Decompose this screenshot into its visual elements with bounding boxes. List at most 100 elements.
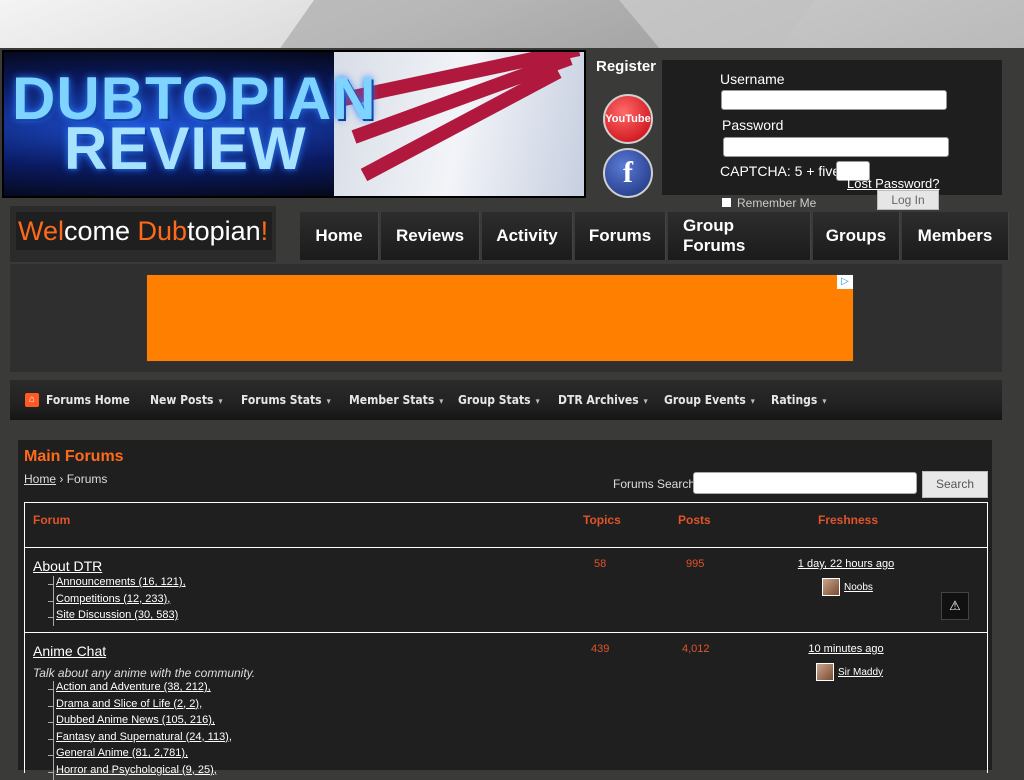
last-poster-name[interactable]: Noobs	[844, 582, 873, 593]
column-posts: Posts	[678, 513, 711, 527]
welcome-text: Welcome Dubtopian!	[16, 212, 272, 250]
avatar[interactable]	[816, 663, 834, 681]
breadcrumb: Home › Forums	[24, 472, 107, 486]
posts-count: 4,012	[682, 643, 710, 655]
table-header: Forum Topics Posts Freshness	[25, 503, 987, 548]
toolbar-forums-stats[interactable]: Forums Stats ▾	[241, 393, 331, 407]
forum-description: Talk about any anime with the community.	[33, 666, 255, 680]
welcome-part-1: Wel	[18, 216, 64, 246]
ad-container: ▷	[10, 264, 1002, 372]
login-button[interactable]: Log In	[877, 190, 939, 210]
breadcrumb-separator: ›	[59, 472, 63, 486]
subforum-link[interactable]: Fantasy and Supernatural (24, 113),	[48, 731, 232, 748]
chevron-down-icon: ▾	[218, 397, 222, 407]
toolbar-member-stats-label: Member Stats	[349, 393, 434, 407]
home-icon[interactable]: ⌂	[25, 393, 39, 407]
search-button[interactable]: Search	[922, 471, 988, 498]
remember-me[interactable]: Remember Me	[722, 196, 816, 210]
forum-name[interactable]: About DTR	[33, 558, 102, 574]
nav-reviews[interactable]: Reviews	[381, 212, 480, 260]
advertisement[interactable]: ▷	[146, 274, 854, 362]
chevron-down-icon: ▾	[439, 397, 443, 407]
nav-activity[interactable]: Activity	[482, 212, 573, 260]
subforum-list: Announcements (16, 121), Competitions (1…	[53, 576, 186, 626]
subforum-link[interactable]: Action and Adventure (38, 212),	[48, 681, 232, 698]
toolbar-ratings-label: Ratings	[771, 393, 817, 407]
freshness-link[interactable]: 1 day, 22 hours ago	[766, 558, 926, 570]
banner-title-line2: REVIEW	[64, 114, 307, 183]
nav-home[interactable]: Home	[300, 212, 379, 260]
subforum-link[interactable]: Horror and Psychological (9, 25),	[48, 764, 232, 780]
site-banner[interactable]: DUBTOPIAN REVIEW	[2, 50, 586, 198]
toolbar-group-events-label: Group Events	[664, 393, 746, 407]
nav-group-forums[interactable]: Group Forums	[668, 212, 811, 260]
password-label: Password	[722, 117, 783, 133]
subforum-link[interactable]: Dubbed Anime News (105, 216),	[48, 714, 232, 731]
subforum-link[interactable]: General Anime (81, 2,781),	[48, 747, 232, 764]
main-forums-panel: Main Forums Home › Forums Forums Search …	[18, 440, 992, 770]
breadcrumb-current: Forums	[67, 472, 108, 486]
nav-groups[interactable]: Groups	[813, 212, 900, 260]
nav-members[interactable]: Members	[902, 212, 1009, 260]
chevron-down-icon: ▾	[536, 397, 540, 407]
subforum-link[interactable]: Announcements (16, 121),	[48, 576, 186, 593]
welcome-part-4: topian	[187, 216, 261, 246]
topics-count: 439	[591, 643, 609, 655]
toolbar-forums-home[interactable]: Forums Home	[46, 393, 130, 407]
last-poster[interactable]: Noobs	[822, 578, 873, 596]
toolbar-forums-stats-label: Forums Stats	[241, 393, 322, 407]
forum-search-label: Forums Search :	[613, 477, 702, 491]
subforum-link[interactable]: Competitions (12, 233),	[48, 593, 186, 610]
toolbar-member-stats[interactable]: Member Stats ▾	[349, 393, 443, 407]
welcome-part-2: come	[64, 216, 138, 246]
site-wrapper: DUBTOPIAN REVIEW Register YouTube f User…	[0, 48, 1012, 768]
toolbar-new-posts-label: New Posts	[150, 393, 213, 407]
breadcrumb-home[interactable]: Home	[24, 472, 56, 486]
forum-search-input[interactable]	[693, 472, 917, 494]
last-poster-name[interactable]: Sir Maddy	[838, 667, 883, 678]
freshness-link[interactable]: 10 minutes ago	[766, 643, 926, 655]
toolbar-dtr-archives[interactable]: DTR Archives ▾	[558, 393, 648, 407]
register-link[interactable]: Register	[596, 58, 656, 75]
welcome-part-3: Dub	[138, 216, 188, 246]
youtube-icon[interactable]: YouTube	[603, 94, 653, 144]
subforum-list: Action and Adventure (38, 212), Drama an…	[53, 681, 232, 780]
adchoices-icon[interactable]: ▷	[837, 275, 853, 289]
nav-forums[interactable]: Forums	[575, 212, 666, 260]
topics-count: 58	[594, 558, 606, 570]
page-title: Main Forums	[24, 448, 124, 466]
toolbar-group-events[interactable]: Group Events ▾	[664, 393, 755, 407]
toolbar-ratings[interactable]: Ratings▾	[771, 393, 826, 407]
chevron-down-icon: ▾	[751, 397, 755, 407]
warning-icon[interactable]: ⚠	[941, 592, 969, 620]
toolbar-group-stats[interactable]: Group Stats ▾	[458, 393, 540, 407]
welcome-box: Welcome Dubtopian!	[10, 206, 276, 262]
subforum-link[interactable]: Site Discussion (30, 583)	[48, 609, 186, 626]
toolbar-dtr-archives-label: DTR Archives	[558, 393, 639, 407]
subforum-link[interactable]: Drama and Slice of Life (2, 2),	[48, 698, 232, 715]
posts-count: 995	[686, 558, 704, 570]
forum-name[interactable]: Anime Chat	[33, 643, 106, 659]
column-freshness: Freshness	[818, 513, 878, 527]
chevron-down-icon: ▾	[644, 397, 648, 407]
column-forum: Forum	[33, 513, 70, 527]
username-field[interactable]	[721, 90, 947, 110]
remember-me-checkbox[interactable]	[722, 198, 731, 207]
page-top-background	[0, 0, 1024, 48]
table-row: About DTR Announcements (16, 121), Compe…	[25, 548, 987, 633]
chevron-down-icon: ▾	[327, 397, 331, 407]
last-poster[interactable]: Sir Maddy	[816, 663, 883, 681]
avatar[interactable]	[822, 578, 840, 596]
facebook-icon[interactable]: f	[603, 148, 653, 198]
password-field[interactable]	[723, 137, 949, 157]
username-label: Username	[720, 71, 785, 87]
toolbar-group-stats-label: Group Stats	[458, 393, 531, 407]
lost-password-link[interactable]: Lost Password?	[847, 176, 940, 191]
welcome-part-5: !	[261, 216, 269, 246]
captcha-label: CAPTCHA: 5 + five =	[720, 163, 852, 179]
main-nav: Home Reviews Activity Forums Group Forum…	[300, 212, 1009, 260]
toolbar-new-posts[interactable]: New Posts ▾	[150, 393, 223, 407]
forum-toolbar: ⌂ Forums Home New Posts ▾ Forums Stats ▾ M…	[10, 380, 1002, 420]
column-topics: Topics	[583, 513, 621, 527]
table-row: Anime Chat Talk about any anime with the…	[25, 633, 987, 773]
